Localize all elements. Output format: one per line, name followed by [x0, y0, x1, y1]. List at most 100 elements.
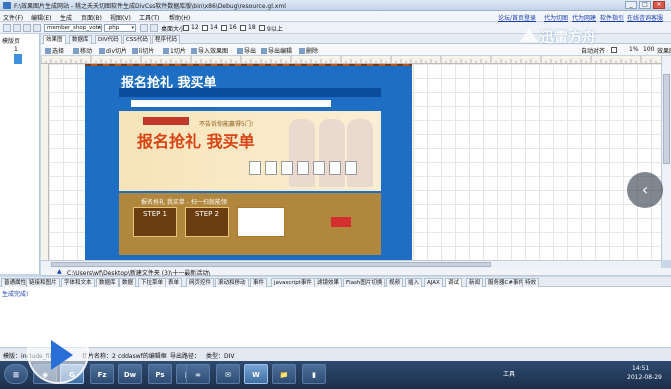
zoom-check-12[interactable]: [183, 25, 189, 31]
tab-property-4[interactable]: 数据: [119, 278, 137, 287]
scrollbar-thumb[interactable]: [51, 262, 491, 267]
select-tool[interactable]: 选择: [45, 46, 64, 55]
chevron-left-icon[interactable]: ‹: [627, 172, 663, 208]
design-image[interactable]: 报名抢礼 我买单 不告诉你能赢得5门! 报名抢礼 我买单 报名抢礼 我买单 - …: [85, 64, 412, 260]
link-online-support[interactable]: 在线咨询客服: [627, 13, 663, 22]
taskbar-date: 2012-08-29: [627, 374, 662, 381]
link-build-service[interactable]: 代为网建: [572, 13, 596, 22]
i-slice-label: 1切片: [170, 48, 186, 55]
li-slice-label: li切片: [139, 48, 155, 55]
tab-property-10[interactable]: javascript事件: [271, 278, 315, 287]
taskbar-tools-label[interactable]: 工具: [503, 369, 515, 378]
menu-file[interactable]: 文件(F): [3, 13, 23, 22]
preview-icon[interactable]: [150, 24, 158, 32]
taskbar-app-other[interactable]: ▮: [302, 364, 326, 384]
tab-database[interactable]: 数据库: [69, 35, 92, 44]
tab-property-9[interactable]: 事件: [250, 278, 268, 287]
zoom-check-18[interactable]: [240, 25, 246, 31]
taskbar-app-folder[interactable]: 📁: [272, 364, 296, 384]
tab-property-18[interactable]: 服务器C#事件: [485, 278, 527, 287]
menu-tools[interactable]: 工具(T): [139, 13, 159, 22]
tab-property-7[interactable]: 网页控件: [186, 278, 215, 287]
tab-property-13[interactable]: 视频: [386, 278, 404, 287]
tab-design[interactable]: 效果图: [43, 35, 66, 44]
page-select[interactable]: member_shop_votes ▾: [44, 24, 102, 32]
design-model-2: [319, 119, 345, 187]
tab-property-6[interactable]: 表单: [165, 278, 183, 287]
tree-selected-item[interactable]: [14, 54, 22, 64]
delete-button[interactable]: 删除: [299, 46, 318, 55]
design-headline: 报名抢礼 我买单: [137, 132, 255, 151]
extension-select[interactable]: .php ▾: [104, 24, 136, 32]
auto-align-checkbox[interactable]: [611, 47, 617, 53]
design-top-strip: [85, 64, 412, 66]
ie-label: 9以上: [267, 26, 283, 33]
link-guide[interactable]: 软件指引: [600, 13, 624, 22]
tab-property-17[interactable]: 新闻: [466, 278, 484, 287]
tab-property-12[interactable]: Flash图片切换: [343, 278, 386, 287]
zoom-check-16[interactable]: [221, 25, 227, 31]
design-nav: [119, 88, 381, 97]
taskbar-clock[interactable]: 14:51: [632, 365, 649, 372]
play-button[interactable]: [27, 322, 89, 384]
taskbar-app-photoshop[interactable]: Ps: [148, 364, 172, 384]
import-design-button[interactable]: 导入效果图: [191, 46, 228, 55]
tab-property-19[interactable]: 特效: [522, 278, 540, 287]
template-tree-header[interactable]: 模版页: [2, 36, 20, 45]
tab-property-11[interactable]: 滤镜效果: [314, 278, 343, 287]
maximize-button[interactable]: □: [639, 1, 651, 9]
export-edit-icon: [261, 48, 267, 54]
link-cut-service[interactable]: 代为切图: [544, 13, 568, 22]
tab-program-code[interactable]: 程序代码: [152, 35, 181, 44]
tab-div-code[interactable]: DIV代码: [95, 35, 122, 44]
tab-property-14[interactable]: 插入: [405, 278, 423, 287]
export-edit-button[interactable]: 导出编辑: [261, 46, 292, 55]
zoom-input[interactable]: 100: [643, 46, 654, 53]
tab-property-16[interactable]: 调试: [445, 278, 463, 287]
move-tool[interactable]: 移动: [73, 46, 92, 55]
vertical-ruler: [41, 64, 49, 260]
minimize-button[interactable]: _: [625, 1, 637, 9]
open-icon[interactable]: [13, 24, 21, 32]
tab-property-8[interactable]: 滚动和移动: [215, 278, 249, 287]
new-page-icon[interactable]: [3, 24, 11, 32]
li-slice-tool[interactable]: li切片: [132, 46, 154, 55]
menu-page[interactable]: 页面(B): [81, 13, 102, 22]
export-button[interactable]: 导出: [237, 46, 256, 55]
design-canvas[interactable]: 报名抢礼 我买单 不告诉你能赢得5门! 报名抢礼 我买单 报名抢礼 我买单 - …: [49, 64, 661, 260]
window-title: F:\效果图片生成网站 - 桃之夭夭切图软件生成DivCss软件数据库版\bin…: [14, 3, 286, 10]
horizontal-scrollbar[interactable]: [41, 260, 661, 268]
tab-css-code[interactable]: CSS代码: [123, 35, 151, 44]
start-button[interactable]: ⊞: [4, 364, 28, 384]
div-slice-tool[interactable]: div切片: [99, 46, 127, 55]
tab-property-3[interactable]: 数据库: [96, 278, 119, 287]
taskbar-app-loop[interactable]: ∞: [186, 364, 210, 384]
ie-check[interactable]: [259, 25, 265, 31]
copy-icon[interactable]: [33, 24, 41, 32]
design-badge: [143, 117, 189, 125]
link-forum[interactable]: 论坛/首页登录: [498, 13, 536, 22]
menu-help[interactable]: 帮助(H): [169, 13, 190, 22]
tab-property-15[interactable]: AJAX: [424, 278, 443, 287]
close-button[interactable]: ✕: [653, 1, 665, 9]
taskbar-app-filezilla[interactable]: Fz: [90, 364, 114, 384]
menu-view[interactable]: 视图(V): [110, 13, 131, 22]
taskbar-app-mail[interactable]: ✉: [216, 364, 240, 384]
menu-generate[interactable]: 生成: [60, 13, 72, 22]
refresh-icon[interactable]: [140, 24, 148, 32]
tab-property-1[interactable]: 链接和图片: [26, 278, 60, 287]
tab-property-2[interactable]: 字体和文本: [61, 278, 95, 287]
vertical-scrollbar[interactable]: [661, 56, 671, 260]
zoom-check-14[interactable]: [202, 25, 208, 31]
taskbar-app-dreamweaver[interactable]: Dw: [118, 364, 142, 384]
import-design-label: 导入效果图: [198, 48, 229, 55]
scrollbar-thumb[interactable]: [663, 74, 670, 164]
i-slice-tool[interactable]: 1切片: [163, 46, 186, 55]
path-text[interactable]: C:\Users\wf\Desktop\新建文件夹 (3)\十一最新活动\: [67, 268, 210, 277]
tab-property-5[interactable]: 下拉菜单: [138, 278, 167, 287]
zoom-label-16: 16: [229, 24, 237, 31]
taskbar-app-word[interactable]: W: [244, 364, 268, 384]
save-icon[interactable]: [23, 24, 31, 32]
tab-property-0[interactable]: 普通属性: [1, 278, 30, 287]
menu-edit[interactable]: 编辑(E): [31, 13, 51, 22]
